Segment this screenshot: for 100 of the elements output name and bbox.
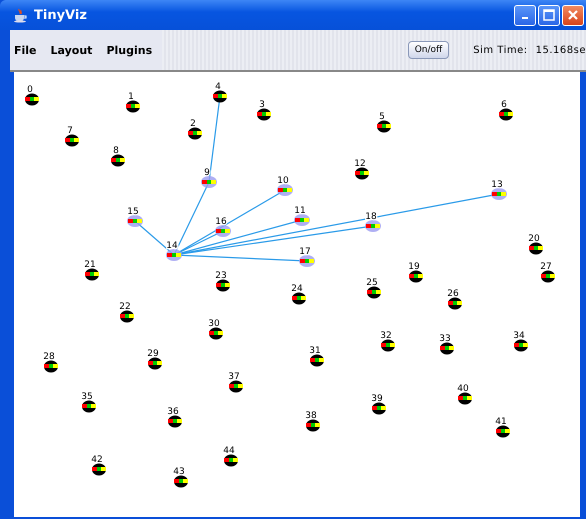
close-button[interactable] <box>562 4 584 26</box>
sensor-node[interactable] <box>25 94 39 106</box>
close-icon <box>567 9 579 21</box>
sensor-node[interactable] <box>85 268 99 280</box>
sensor-node[interactable] <box>306 420 320 432</box>
sensor-node[interactable] <box>499 108 513 120</box>
node-label: 24 <box>291 284 303 294</box>
sim-time-value: 15.168se <box>536 44 586 56</box>
sensor-node[interactable] <box>529 242 543 254</box>
sensor-node[interactable] <box>188 128 202 140</box>
sensor-node[interactable] <box>496 426 510 438</box>
node-label: 12 <box>354 159 366 169</box>
sensor-node[interactable] <box>299 255 315 267</box>
sensor-node[interactable] <box>440 342 454 354</box>
node-label: 19 <box>408 262 420 272</box>
sensor-node[interactable] <box>168 416 182 428</box>
sensor-node[interactable] <box>120 310 134 322</box>
sensor-node[interactable] <box>224 454 238 466</box>
node-label: 37 <box>228 372 240 382</box>
sensor-node[interactable] <box>458 392 472 404</box>
sensor-node[interactable] <box>381 340 395 352</box>
sensor-node[interactable] <box>166 249 182 261</box>
sensor-node[interactable] <box>409 270 423 282</box>
node-label: 20 <box>528 234 540 244</box>
node-label: 39 <box>371 394 383 404</box>
on-off-button[interactable]: On/off <box>408 41 450 59</box>
node-label: 35 <box>81 392 93 402</box>
sensor-node[interactable] <box>216 280 230 292</box>
menu-item[interactable]: File <box>14 44 37 56</box>
sensor-node[interactable] <box>215 225 231 237</box>
node-label: 22 <box>119 302 131 312</box>
minimize-icon <box>522 17 528 19</box>
sensor-node[interactable] <box>367 286 381 298</box>
node-label: 3 <box>259 100 265 110</box>
node-label: 1 <box>128 92 134 102</box>
node-label: 41 <box>495 417 507 427</box>
node-label: 43 <box>173 467 185 477</box>
node-label: 38 <box>305 411 317 421</box>
sensor-node[interactable] <box>292 292 306 304</box>
node-label: 33 <box>439 334 451 344</box>
sensor-node[interactable] <box>448 298 462 310</box>
sensor-node[interactable] <box>372 402 386 414</box>
sensor-node[interactable] <box>491 188 507 200</box>
node-label: 9 <box>204 168 210 178</box>
sensor-node[interactable] <box>377 120 391 132</box>
sensor-node[interactable] <box>541 270 555 282</box>
sensor-node[interactable] <box>148 358 162 370</box>
sensor-node[interactable] <box>277 184 293 196</box>
node-label: 13 <box>491 180 503 190</box>
node-label: 14 <box>166 241 178 251</box>
menu-item[interactable]: Layout <box>50 44 92 56</box>
sensor-node[interactable] <box>209 328 223 340</box>
sim-time-label: Sim Time: <box>473 44 528 56</box>
node-label: 17 <box>299 247 311 257</box>
node-label: 44 <box>223 446 235 456</box>
sensor-node[interactable] <box>92 464 106 476</box>
node-label: 7 <box>67 126 73 136</box>
sensor-node[interactable] <box>82 400 96 412</box>
node-label: 32 <box>380 331 392 341</box>
node-label: 26 <box>447 289 459 299</box>
minimize-button[interactable] <box>514 4 536 26</box>
node-label: 0 <box>27 85 33 95</box>
node-label: 34 <box>513 331 525 341</box>
node-label: 23 <box>215 271 227 281</box>
node-label: 16 <box>215 217 227 227</box>
node-label: 21 <box>84 260 96 270</box>
sensor-node[interactable] <box>514 340 528 352</box>
node-label: 2 <box>190 119 196 129</box>
node-label: 28 <box>43 352 55 362</box>
node-label: 11 <box>294 206 306 216</box>
sensor-node[interactable] <box>365 220 381 232</box>
node-label: 30 <box>208 319 220 329</box>
sensor-node[interactable] <box>310 354 324 366</box>
node-label: 36 <box>167 407 179 417</box>
sensor-node[interactable] <box>65 134 79 146</box>
node-label: 15 <box>127 207 139 217</box>
sensor-node[interactable] <box>201 176 217 188</box>
sensor-node[interactable] <box>111 154 125 166</box>
node-label: 10 <box>277 176 289 186</box>
sensor-node[interactable] <box>257 108 271 120</box>
maximize-button[interactable] <box>538 4 560 26</box>
cup-icon <box>12 7 28 23</box>
node-label: 42 <box>91 455 103 465</box>
node-label: 29 <box>147 349 159 359</box>
sensor-node[interactable] <box>294 214 310 226</box>
sensor-node[interactable] <box>355 168 369 180</box>
node-label: 4 <box>215 82 221 92</box>
node-label: 40 <box>457 384 469 394</box>
menu-item[interactable]: Plugins <box>106 44 152 56</box>
maximize-icon <box>543 9 555 21</box>
sensor-node[interactable] <box>174 476 188 488</box>
window-title: TinyViz <box>34 8 87 22</box>
sensor-node[interactable] <box>229 380 243 392</box>
sensor-node[interactable] <box>44 360 58 372</box>
node-label: 25 <box>366 278 378 288</box>
node-label: 6 <box>501 100 507 110</box>
sensor-node[interactable] <box>126 100 140 112</box>
sensor-node[interactable] <box>127 215 143 227</box>
node-label: 31 <box>309 346 321 356</box>
sensor-node[interactable] <box>213 90 227 102</box>
